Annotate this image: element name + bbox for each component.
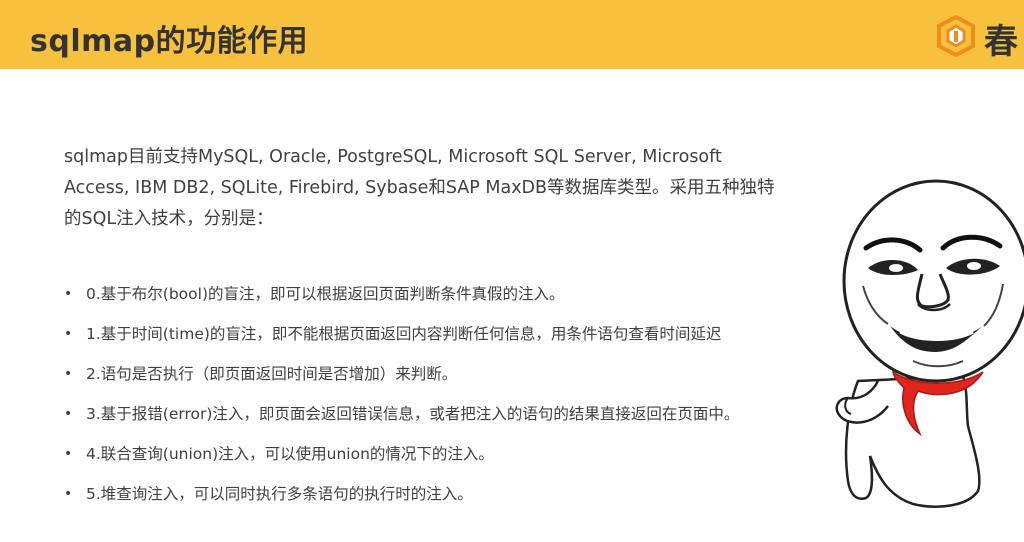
page-title: sqlmap的功能作用: [30, 24, 309, 59]
list-item: • 2.语句是否执行（即页面返回时间是否增加）来判断。: [64, 358, 824, 398]
bullet-dot-icon: •: [64, 406, 73, 422]
list-item-text: 1.基于时间(time)的盲注，即不能根据页面返回内容判断任何信息，用条件语句查…: [86, 325, 722, 343]
bullet-dot-icon: •: [64, 486, 73, 502]
list-item: • 1.基于时间(time)的盲注，即不能根据页面返回内容判断任何信息，用条件语…: [64, 318, 824, 358]
bullet-dot-icon: •: [64, 326, 73, 342]
list-item: • 0.基于布尔(bool)的盲注，即可以根据返回页面判断条件真假的注入。: [64, 278, 824, 318]
title-bar: sqlmap的功能作用 春: [0, 0, 1024, 69]
orange-hexagon-logo-icon: [937, 14, 975, 58]
technique-list: • 0.基于布尔(bool)的盲注，即可以根据返回页面判断条件真假的注入。 • …: [64, 278, 824, 518]
intro-line: 的SQL注入技术，分别是：: [64, 209, 274, 229]
list-item: • 3.基于报错(error)注入，即页面会返回错误信息，或者把注入的语句的结果…: [64, 398, 824, 438]
list-item-text: 0.基于布尔(bool)的盲注，即可以根据返回页面判断条件真假的注入。: [86, 285, 565, 303]
brand-text: 春: [984, 22, 1018, 62]
list-item-text: 3.基于报错(error)注入，即页面会返回错误信息，或者把注入的语句的结果直接…: [86, 405, 740, 423]
bullet-dot-icon: •: [64, 366, 73, 382]
list-item-text: 2.语句是否执行（即页面返回时间是否增加）来判断。: [86, 365, 458, 383]
bullet-dot-icon: •: [64, 446, 73, 462]
intro-line: sqlmap目前支持MySQL, Oracle, PostgreSQL, Mic…: [64, 147, 722, 167]
intro-paragraph: sqlmap目前支持MySQL, Oracle, PostgreSQL, Mic…: [64, 142, 794, 235]
intro-line: Access, IBM DB2, SQLite, Firebird, Sybas…: [64, 178, 775, 198]
meme-face-illustration: [835, 179, 1024, 508]
bullet-dot-icon: •: [64, 286, 73, 302]
list-item: • 4.联合查询(union)注入，可以使用union的情况下的注入。: [64, 438, 824, 478]
list-item: • 5.堆查询注入，可以同时执行多条语句的执行时的注入。: [64, 478, 824, 518]
list-item-text: 4.联合查询(union)注入，可以使用union的情况下的注入。: [86, 445, 494, 463]
list-item-text: 5.堆查询注入，可以同时执行多条语句的执行时的注入。: [86, 485, 473, 503]
